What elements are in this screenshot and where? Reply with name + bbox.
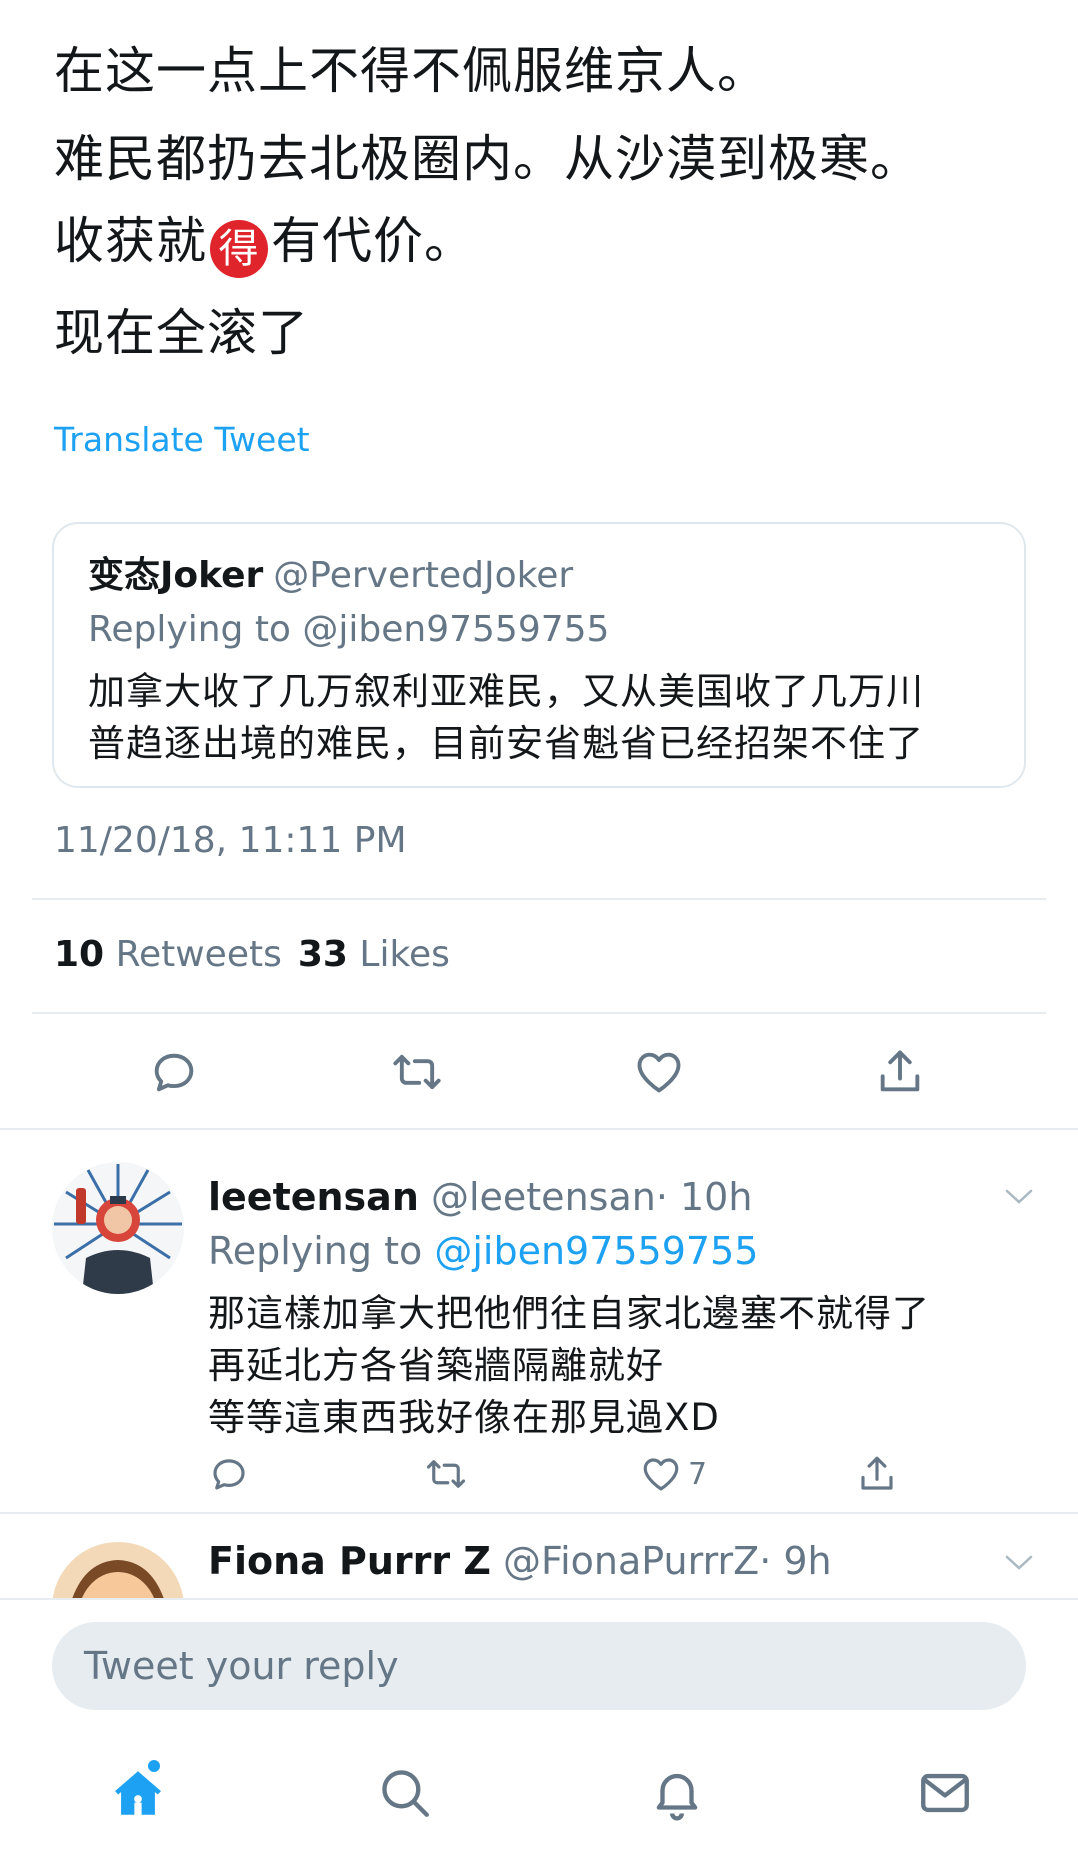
reply-author-handle: @leetensan	[430, 1175, 656, 1219]
reply-tweet[interactable]: Fiona Purrr Z @FionaPurrrZ· 9h	[0, 1512, 1078, 1598]
divider	[0, 1598, 1078, 1600]
search-icon	[382, 1770, 429, 1817]
de-badge-icon: 得	[210, 220, 268, 278]
home-icon	[115, 1771, 161, 1815]
quoted-author-handle: @PervertedJoker	[273, 555, 574, 596]
share-icon	[880, 1050, 920, 1092]
quoted-author-name: 变态Joker	[88, 555, 264, 596]
retweet-button[interactable]	[388, 1042, 446, 1102]
tweet-text-line: 在这一点上不得不佩服维京人。	[54, 42, 768, 100]
tweet-text-line: 现在全滚了	[54, 304, 309, 362]
reply-time: · 9h	[759, 1539, 832, 1583]
tweet-text-fragment: 收获就	[54, 212, 207, 270]
tab-home[interactable]	[108, 1758, 168, 1826]
divider	[32, 898, 1046, 900]
heart-icon	[637, 1052, 681, 1093]
share-button[interactable]	[856, 1444, 898, 1504]
quoted-text-line: 普趋逐出境的难民，目前安省魁省已经招架不住了	[88, 722, 924, 765]
quoted-tweet-card[interactable]: 变态Joker @PervertedJoker Replying to @jibe…	[52, 522, 1026, 788]
reply-button[interactable]	[148, 1042, 200, 1102]
reply-action-bar: 7	[0, 1444, 1078, 1514]
translate-tweet-link[interactable]: Translate Tweet	[54, 420, 310, 459]
reply-tweet[interactable]: leetensan @leetensan· 10h Replying to @j…	[0, 1128, 1078, 1512]
reply-replying-to: Replying to @jiben97559755	[208, 1226, 758, 1276]
likes-stat[interactable]: 33 Likes	[298, 934, 450, 975]
reply-text-line: 那這樣加拿大把他們往自家北邊塞不就得了	[208, 1292, 930, 1335]
share-button[interactable]	[874, 1042, 926, 1102]
reply-header: leetensan @leetensan· 10h	[208, 1172, 752, 1222]
bell-icon	[656, 1773, 698, 1821]
tab-bar	[0, 1740, 1078, 1860]
heart-icon	[643, 1458, 679, 1491]
replying-mention-link[interactable]: @jiben97559755	[434, 1229, 758, 1273]
avatar[interactable]	[52, 1162, 184, 1294]
reply-author-name[interactable]: leetensan	[208, 1175, 419, 1219]
quoted-text-line: 加拿大收了几万叙利亚难民，又从美国收了几万川	[88, 670, 924, 713]
like-count: 7	[688, 1456, 708, 1492]
quoted-replying-to: Replying to @jiben97559755	[88, 609, 610, 650]
reply-icon	[213, 1459, 245, 1490]
retweet-icon	[393, 1054, 441, 1090]
chevron-down-icon[interactable]	[1004, 1552, 1034, 1572]
retweets-count: 10	[54, 934, 105, 975]
replying-prefix: Replying to	[208, 1229, 423, 1273]
reply-button[interactable]	[208, 1444, 250, 1504]
reply-author-name[interactable]: Fiona Purrr Z	[208, 1539, 491, 1583]
like-button[interactable]	[632, 1042, 686, 1102]
tab-search[interactable]	[376, 1764, 434, 1826]
notification-dot	[146, 1758, 162, 1774]
tweet-stats: 10 Retweets 33 Likes	[54, 934, 450, 975]
like-button[interactable]: 7	[640, 1444, 707, 1504]
tweet-body: 在这一点上不得不佩服维京人。 难民都扔去北极圈内。从沙漠到极寒。 收获就得有代价…	[54, 30, 1034, 374]
tweet-timestamp: 11/20/18, 11:11 PM	[54, 820, 407, 861]
quoted-tweet-text: 加拿大收了几万叙利亚难民，又从美国收了几万川 普趋逐出境的难民，目前安省魁省已经…	[88, 666, 990, 770]
likes-label: Likes	[359, 934, 450, 975]
mail-icon	[921, 1773, 969, 1813]
tweet-text-line: 难民都扔去北极圈内。从沙漠到极寒。	[54, 130, 921, 188]
retweets-label: Retweets	[115, 934, 282, 975]
reply-author-handle: @FionaPurrrZ	[503, 1539, 760, 1583]
reply-icon	[154, 1053, 194, 1092]
reply-composer-input[interactable]: Tweet your reply	[52, 1622, 1026, 1710]
tweet-text-line: 收获就得有代价。	[54, 200, 1034, 282]
retweet-icon	[426, 1460, 466, 1488]
tab-notifications[interactable]	[648, 1764, 706, 1826]
quoted-tweet-header: 变态Joker @PervertedJoker	[88, 552, 990, 600]
reply-text-line: 再延北方各省築牆隔離就好	[208, 1344, 664, 1387]
reply-header: Fiona Purrr Z @FionaPurrrZ· 9h	[208, 1536, 832, 1586]
likes-count: 33	[297, 934, 348, 975]
reply-text-line: 等等這東西我好像在那見過XD	[208, 1396, 720, 1439]
chevron-down-icon[interactable]	[1004, 1186, 1034, 1206]
reply-text: 那這樣加拿大把他們往自家北邊塞不就得了 再延北方各省築牆隔離就好 等等這東西我好…	[208, 1288, 930, 1444]
tweet-action-bar	[0, 1042, 1078, 1112]
divider	[32, 1012, 1046, 1014]
share-icon	[861, 1456, 893, 1490]
tab-messages[interactable]	[916, 1764, 974, 1826]
retweet-button[interactable]	[422, 1444, 470, 1504]
avatar[interactable]	[52, 1542, 184, 1598]
reply-time: · 10h	[655, 1175, 753, 1219]
retweets-stat[interactable]: 10 Retweets	[54, 934, 282, 975]
tweet-text-fragment: 有代价。	[271, 212, 475, 270]
